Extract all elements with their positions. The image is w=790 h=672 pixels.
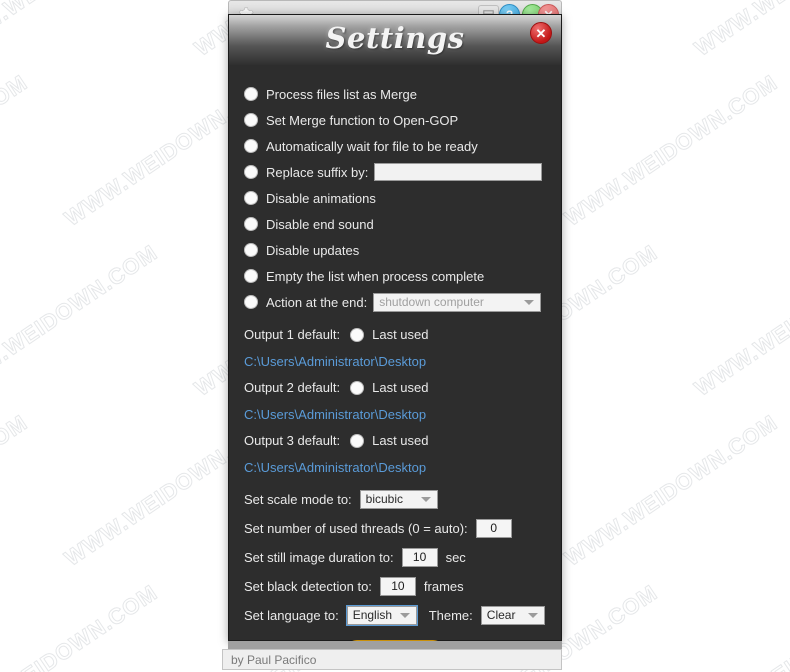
option-label: Disable updates xyxy=(266,242,360,258)
radio-output-1-last-used[interactable] xyxy=(350,327,365,342)
watermark-text: WWW.WEIDOWN.COM xyxy=(0,239,162,401)
language-value: English xyxy=(352,608,393,622)
radio-open-gop[interactable] xyxy=(244,113,258,127)
radio-action-end[interactable] xyxy=(244,295,258,309)
option-label: Set Merge function to Open-GOP xyxy=(266,112,459,128)
threads-label: Set number of used threads (0 = auto): xyxy=(244,520,468,536)
output-3-path[interactable]: C:\Users\Administrator\Desktop xyxy=(229,454,561,480)
statusbar: by Paul Pacifico xyxy=(222,649,562,670)
dialog-close-button[interactable]: ✕ xyxy=(530,22,552,44)
option-label: Empty the list when process complete xyxy=(266,268,485,284)
radio-disable-end-sound[interactable] xyxy=(244,217,258,231)
radio-disable-animations[interactable] xyxy=(244,191,258,205)
option-row-replace-suffix[interactable]: Replace suffix by: xyxy=(229,159,561,185)
option-row-empty-list[interactable]: Empty the list when process complete xyxy=(229,263,561,289)
chevron-down-icon xyxy=(420,497,431,502)
action-end-value: shutdown computer xyxy=(379,295,484,309)
output-1-label: Output 1 default: xyxy=(244,327,341,342)
option-row-disable-end-sound[interactable]: Disable end sound xyxy=(229,211,561,237)
still-duration-row: Set still image duration to: 10 sec xyxy=(229,544,561,570)
language-label: Set language to: xyxy=(244,607,339,623)
output-2-path[interactable]: C:\Users\Administrator\Desktop xyxy=(229,401,561,427)
output-1-option-label: Last used xyxy=(372,327,429,342)
language-theme-row: Set language to: English Theme: Clear xyxy=(229,602,561,628)
output-1-row: Output 1 default: Last used xyxy=(229,321,561,348)
scale-mode-label: Set scale mode to: xyxy=(244,491,352,507)
screenshot-root: WWW.WEIDOWN.COM WWW.WEIDOWN.COM WWW.WEIDOW… xyxy=(0,0,790,672)
watermark-text: WWW.WEIDOWN.COM xyxy=(689,0,790,62)
option-row-open-gop[interactable]: Set Merge function to Open-GOP xyxy=(229,107,561,133)
black-detection-row: Set black detection to: 10 frames xyxy=(229,573,561,599)
output-3-option-label: Last used xyxy=(372,433,429,448)
radio-output-2-last-used[interactable] xyxy=(350,380,365,395)
still-duration-unit: sec xyxy=(445,549,466,565)
action-end-label: Action at the end: xyxy=(266,294,368,310)
option-row-wait-ready[interactable]: Automatically wait for file to be ready xyxy=(229,133,561,159)
option-label: Disable end sound xyxy=(266,216,374,232)
still-duration-label: Set still image duration to: xyxy=(244,549,394,565)
statusbar-text: by Paul Pacifico xyxy=(231,652,317,667)
watermark-text: WWW.WEIDOWN.COM xyxy=(0,69,32,231)
replace-suffix-label: Replace suffix by: xyxy=(266,164,369,180)
language-dropdown[interactable]: English xyxy=(345,604,418,626)
radio-output-3-last-used[interactable] xyxy=(350,433,365,448)
chevron-down-icon xyxy=(399,613,410,618)
output-2-option-label: Last used xyxy=(372,380,429,395)
watermark-text: WWW.WEIDOWN.COM xyxy=(0,0,162,62)
option-label: Automatically wait for file to be ready xyxy=(266,138,478,154)
radio-empty-list[interactable] xyxy=(244,269,258,283)
output-3-row: Output 3 default: Last used xyxy=(229,427,561,454)
watermark-text: WWW.WEIDOWN.COM xyxy=(559,409,782,571)
radio-wait-ready[interactable] xyxy=(244,139,258,153)
theme-value: Clear xyxy=(486,608,516,622)
option-row-disable-animations[interactable]: Disable animations xyxy=(229,185,561,211)
watermark-text: WWW.WEIDOWN.COM xyxy=(0,409,32,571)
scale-mode-value: bicubic xyxy=(365,492,404,506)
threads-row: Set number of used threads (0 = auto): 0 xyxy=(229,515,561,541)
radio-process-merge[interactable] xyxy=(244,87,258,101)
option-row-action-end[interactable]: Action at the end: shutdown computer xyxy=(229,289,561,315)
theme-label: Theme: xyxy=(428,607,473,623)
radio-disable-updates[interactable] xyxy=(244,243,258,257)
dialog-body: Process files list as Merge Set Merge fu… xyxy=(229,65,561,663)
option-row-disable-updates[interactable]: Disable updates xyxy=(229,237,561,263)
dialog-header: Settings ✕ xyxy=(229,15,561,65)
replace-suffix-input[interactable] xyxy=(374,163,543,181)
option-label: Disable animations xyxy=(266,190,376,206)
theme-dropdown[interactable]: Clear xyxy=(480,605,545,625)
scale-mode-dropdown[interactable]: bicubic xyxy=(359,489,438,509)
chevron-down-icon xyxy=(527,613,538,618)
scale-mode-row: Set scale mode to: bicubic xyxy=(229,486,561,512)
settings-dialog: Settings ✕ Process files list as Merge S… xyxy=(228,14,562,663)
output-2-label: Output 2 default: xyxy=(244,380,341,395)
output-3-label: Output 3 default: xyxy=(244,433,341,448)
dialog-title: Settings xyxy=(325,21,465,55)
black-detection-label: Set black detection to: xyxy=(244,578,372,594)
radio-replace-suffix[interactable] xyxy=(244,165,258,179)
black-detection-unit: frames xyxy=(423,578,464,594)
chevron-down-icon xyxy=(524,300,535,305)
output-1-path[interactable]: C:\Users\Administrator\Desktop xyxy=(229,348,561,374)
watermark-text: WWW.WEIDOWN.COM xyxy=(0,579,162,672)
option-row-process-merge[interactable]: Process files list as Merge xyxy=(229,81,561,107)
black-detection-input[interactable]: 10 xyxy=(379,576,416,596)
action-end-dropdown[interactable]: shutdown computer xyxy=(373,292,542,312)
still-duration-input[interactable]: 10 xyxy=(401,547,438,567)
output-2-row: Output 2 default: Last used xyxy=(229,374,561,401)
watermark-text: WWW.WEIDOWN.COM xyxy=(559,69,782,231)
threads-input[interactable]: 0 xyxy=(475,518,512,538)
watermark-text: WWW.WEIDOWN.COM xyxy=(689,579,790,672)
option-label: Process files list as Merge xyxy=(266,86,417,102)
watermark-text: WWW.WEIDOWN.COM xyxy=(689,239,790,401)
